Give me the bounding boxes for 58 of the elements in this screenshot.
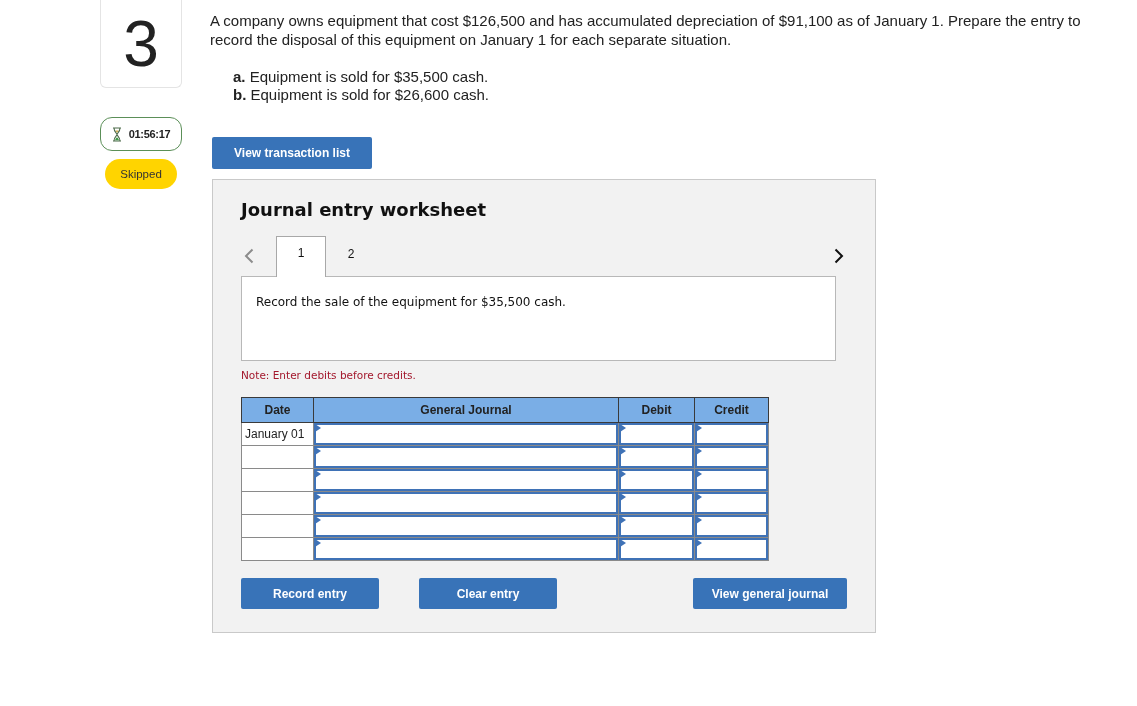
debit-field[interactable]: [619, 469, 694, 491]
clear-entry-button[interactable]: Clear entry: [419, 578, 557, 609]
view-transaction-list-button[interactable]: View transaction list: [212, 137, 372, 169]
triangle-icon: [620, 539, 626, 547]
triangle-icon: [620, 470, 626, 478]
chevron-right-icon[interactable]: [834, 248, 844, 264]
triangle-icon: [620, 424, 626, 432]
view-journal-button[interactable]: View general journal: [693, 578, 847, 609]
triangle-icon: [696, 516, 702, 524]
triangle-icon: [620, 447, 626, 455]
question-number: 3: [100, 0, 182, 88]
triangle-icon: [696, 447, 702, 455]
worksheet-tab[interactable]: 1: [276, 236, 326, 277]
debit-field[interactable]: [619, 423, 694, 445]
account-field[interactable]: [314, 515, 618, 537]
triangle-icon: [620, 516, 626, 524]
column-header: Date: [241, 397, 314, 423]
date-cell: January 01: [241, 422, 314, 446]
credit-field[interactable]: [695, 469, 768, 491]
triangle-icon: [315, 447, 321, 455]
account-field[interactable]: [314, 469, 618, 491]
debit-field[interactable]: [619, 446, 694, 468]
timer-text: 01:56:17: [128, 128, 171, 140]
debit-field[interactable]: [619, 515, 694, 537]
note-text: Note: Enter debits before credits.: [241, 369, 417, 382]
hourglass-icon: [111, 126, 122, 142]
column-header: Debit: [618, 397, 695, 423]
column-header: Credit: [694, 397, 769, 423]
status-badge: Skipped: [105, 159, 177, 189]
record-entry-button[interactable]: Record entry: [241, 578, 379, 609]
triangle-icon: [315, 539, 321, 547]
account-field[interactable]: [314, 423, 618, 445]
worksheet-tab[interactable]: 2: [326, 237, 376, 277]
triangle-icon: [315, 470, 321, 478]
situation-text: b. Equipment is sold for $26,600 cash.: [233, 86, 489, 104]
credit-field[interactable]: [695, 423, 768, 445]
triangle-icon: [696, 424, 702, 432]
situation-text: a. Equipment is sold for $35,500 cash.: [233, 68, 489, 86]
question-text: A company owns equipment that cost $126,500 and has accumulated depreciation of $91,100 as of January 1. Prepare the entry to record the disposal of this equipment on January 1 for each separate situation.: [210, 11, 1082, 49]
triangle-icon: [315, 493, 321, 501]
triangle-icon: [696, 539, 702, 547]
account-field[interactable]: [314, 446, 618, 468]
debit-field[interactable]: [619, 538, 694, 560]
triangle-icon: [315, 516, 321, 524]
worksheet-title: Journal entry worksheet: [241, 199, 488, 221]
triangle-icon: [696, 470, 702, 478]
triangle-icon: [315, 424, 321, 432]
triangle-icon: [696, 493, 702, 501]
credit-field[interactable]: [695, 446, 768, 468]
triangle-icon: [620, 493, 626, 501]
debit-field[interactable]: [619, 492, 694, 514]
account-field[interactable]: [314, 538, 618, 560]
credit-field[interactable]: [695, 538, 768, 560]
credit-field[interactable]: [695, 515, 768, 537]
credit-field[interactable]: [695, 492, 768, 514]
account-field[interactable]: [314, 492, 618, 514]
column-header: General Journal: [313, 397, 619, 423]
instruction-text: Record the sale of the equipment for $35,500 cash.: [256, 295, 566, 309]
